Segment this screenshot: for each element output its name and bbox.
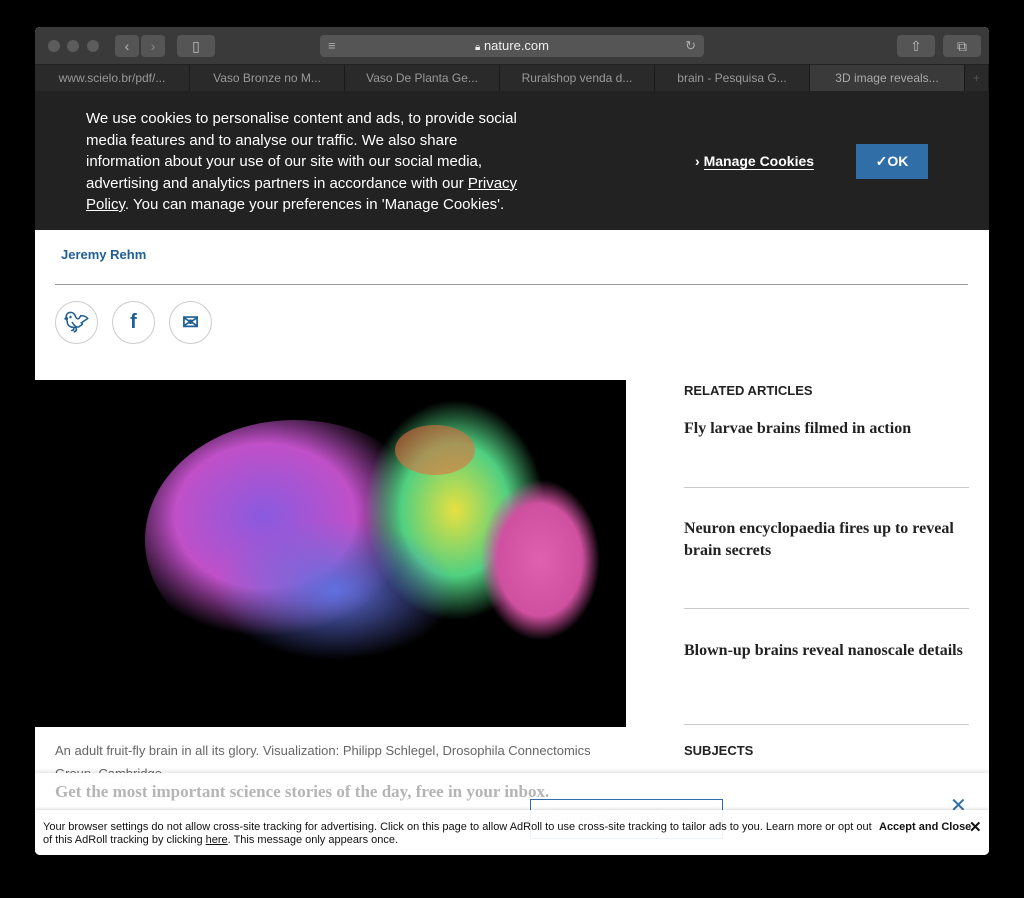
tab[interactable]: brain - Pesquisa G... bbox=[655, 65, 810, 91]
tab[interactable]: Ruralshop venda d... bbox=[500, 65, 655, 91]
lock-icon: 🔒︎ bbox=[475, 42, 481, 53]
title-bar: ‹ › ▯ ≡ 🔒︎ nature.com ↻ ⇧ ⧉ bbox=[35, 27, 989, 65]
reload-icon[interactable]: ↻ bbox=[685, 35, 696, 57]
cookie-text-2: . You can manage your preferences in 'Ma… bbox=[124, 196, 505, 213]
related-article-link[interactable]: Fly larvae brains filmed in action bbox=[684, 418, 969, 440]
tab[interactable]: www.scielo.br/pdf/... bbox=[35, 65, 190, 91]
cookie-text-1: We use cookies to personalise content an… bbox=[86, 110, 517, 192]
divider bbox=[684, 608, 969, 609]
reader-icon: ≡ bbox=[328, 38, 336, 53]
cookie-banner: We use cookies to personalise content an… bbox=[35, 91, 989, 230]
email-icon: ✉ bbox=[182, 312, 199, 334]
adroll-here-link[interactable]: here bbox=[206, 834, 228, 846]
tabs-icon: ⧉ bbox=[957, 38, 967, 54]
tab[interactable]: Vaso De Planta Ge... bbox=[345, 65, 500, 91]
related-article-link[interactable]: Blown-up brains reveal nanoscale details bbox=[684, 640, 969, 662]
tab[interactable]: Vaso Bronze no M... bbox=[190, 65, 345, 91]
manage-cookies-label: Manage Cookies bbox=[703, 153, 815, 170]
chevron-right-icon: › bbox=[150, 38, 156, 54]
url-text: nature.com bbox=[483, 38, 549, 53]
newsletter-text: Get the most important science stories o… bbox=[55, 782, 550, 801]
sidebar-button[interactable]: ▯ bbox=[177, 35, 215, 57]
share-button[interactable]: ⇧ bbox=[897, 35, 935, 57]
browser-window: ‹ › ▯ ≡ 🔒︎ nature.com ↻ ⇧ ⧉ www.scielo.b… bbox=[35, 27, 989, 855]
divider bbox=[684, 487, 969, 488]
new-tab-button[interactable]: + bbox=[965, 65, 989, 91]
email-share-button[interactable]: ✉ bbox=[169, 301, 212, 344]
twitter-icon: 🐦︎ bbox=[63, 312, 90, 334]
facebook-icon: f bbox=[130, 311, 137, 333]
adroll-text: Your browser settings do not allow cross… bbox=[43, 821, 875, 846]
manage-cookies-link[interactable]: › Manage Cookies bbox=[695, 153, 815, 170]
cookie-text: We use cookies to personalise content an… bbox=[86, 108, 526, 216]
forward-button[interactable]: › bbox=[141, 35, 165, 57]
brain-image bbox=[35, 380, 626, 727]
divider bbox=[55, 284, 968, 285]
tab-bar: www.scielo.br/pdf/... Vaso Bronze no M..… bbox=[35, 65, 989, 91]
fruit-fly-brain-visualization bbox=[145, 400, 600, 660]
address-bar[interactable]: ≡ 🔒︎ nature.com ↻ bbox=[320, 35, 704, 57]
adroll-banner[interactable]: Your browser settings do not allow cross… bbox=[35, 810, 989, 855]
accept-and-close-button[interactable]: Accept and Close bbox=[879, 821, 971, 833]
divider bbox=[684, 724, 969, 725]
tabs-overview-button[interactable]: ⧉ bbox=[943, 35, 981, 57]
ok-button[interactable]: ✓OK bbox=[856, 144, 928, 179]
zoom-window-button[interactable] bbox=[87, 40, 99, 52]
facebook-share-button[interactable]: f bbox=[112, 301, 155, 344]
share-icon: ⇧ bbox=[910, 38, 922, 54]
chevron-left-icon: ‹ bbox=[124, 38, 130, 54]
chevron-right-icon: › bbox=[695, 153, 704, 169]
tab-active[interactable]: 3D image reveals... bbox=[810, 65, 965, 91]
adroll-text-2: . This message only appears once. bbox=[227, 833, 399, 846]
back-button[interactable]: ‹ bbox=[115, 35, 139, 57]
adroll-text-1: Your browser settings do not allow cross… bbox=[43, 821, 872, 846]
author-link[interactable]: Jeremy Rehm bbox=[61, 247, 146, 262]
related-article-link[interactable]: Neuron encyclopaedia fires up to reveal … bbox=[684, 518, 969, 562]
subjects-heading: SUBJECTS bbox=[684, 743, 754, 758]
related-articles-heading: RELATED ARTICLES bbox=[684, 383, 813, 398]
close-icon[interactable]: ✕ bbox=[969, 818, 982, 836]
minimize-window-button[interactable] bbox=[67, 40, 79, 52]
twitter-share-button[interactable]: 🐦︎ bbox=[55, 301, 98, 344]
close-window-button[interactable] bbox=[48, 40, 60, 52]
sidebar-icon: ▯ bbox=[192, 38, 200, 54]
